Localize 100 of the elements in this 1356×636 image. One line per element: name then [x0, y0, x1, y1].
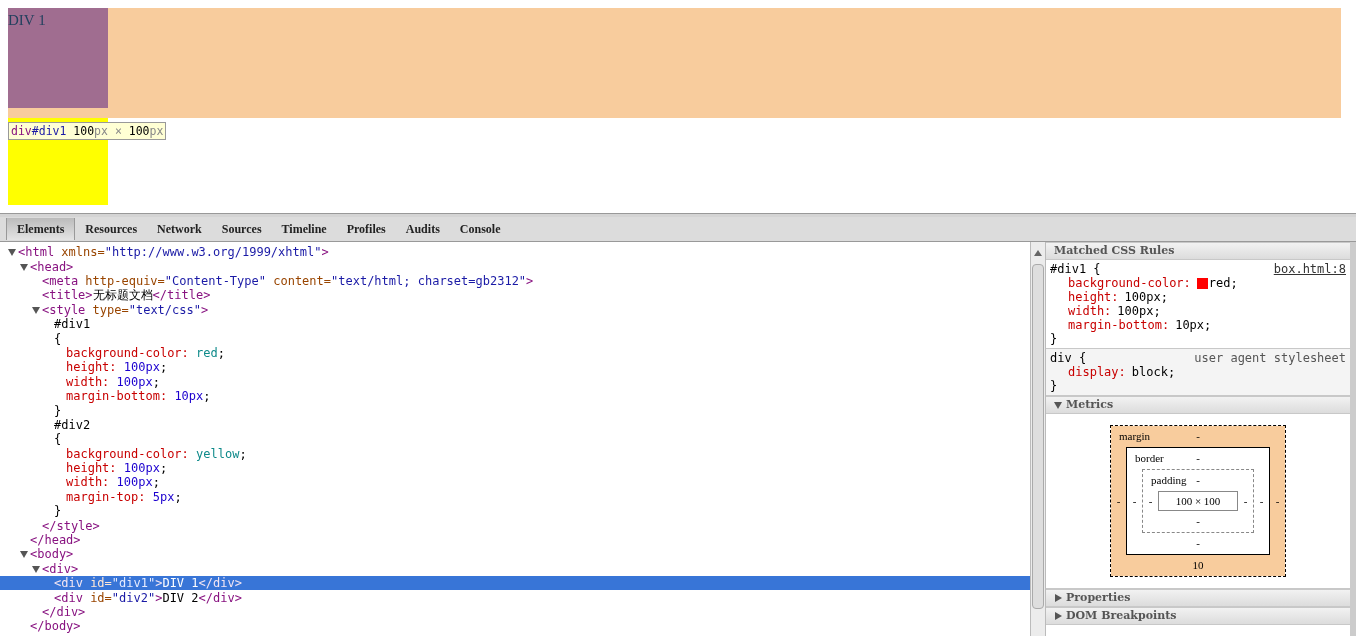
section-header[interactable]: Metrics — [1046, 396, 1350, 414]
dom-tree-row[interactable]: { — [0, 331, 1030, 346]
dom-node-text: background-color: yellow; — [66, 445, 247, 462]
expanded-triangle-icon[interactable] — [1054, 401, 1062, 409]
section-title: DOM Breakpoints — [1066, 607, 1177, 624]
collapsed-triangle-icon[interactable] — [1054, 612, 1062, 620]
dom-node-text: <html xmlns="http://www.w3.org/1999/xhtml"> — [18, 244, 329, 261]
expanded-triangle-icon[interactable] — [20, 550, 28, 559]
property-value: 100px; — [1124, 290, 1168, 304]
dom-node-text: width: 100px; — [66, 475, 160, 491]
scrollbar-thumb[interactable] — [1032, 264, 1044, 609]
expanded-triangle-icon[interactable] — [20, 262, 28, 271]
dom-node-text: } — [54, 503, 62, 520]
dom-tree-row[interactable]: </div> — [0, 604, 1030, 620]
dom-tree-row[interactable]: { — [0, 432, 1030, 447]
dom-tree-row[interactable]: </head> — [0, 532, 1030, 548]
dom-tree-row[interactable]: width: 100px; — [0, 475, 1030, 490]
dom-node-text: <div id="div1">DIV 1</div> — [54, 575, 242, 592]
dom-tree-row[interactable]: <div id="div2">DIV 2</div> — [0, 590, 1030, 605]
box-value: - — [1274, 493, 1281, 509]
box-value: - — [1258, 493, 1265, 509]
dom-tree-row[interactable]: <div id="div1">DIV 1</div> — [0, 576, 1030, 591]
expanded-triangle-icon[interactable] — [32, 564, 40, 573]
dom-node-text: <div> — [42, 561, 79, 577]
dom-node-text: <body> — [30, 546, 74, 563]
section-title: Properties — [1066, 589, 1131, 606]
panel-tab[interactable]: Timeline — [271, 218, 337, 240]
dom-tree-row[interactable]: } — [0, 403, 1030, 418]
dom-tree-row[interactable]: height: 100px; — [0, 460, 1030, 476]
dom-tree-row[interactable]: #div1 — [0, 316, 1030, 332]
scroll-up-icon[interactable] — [1034, 250, 1042, 256]
source-link[interactable]: box.html:8 — [1273, 262, 1346, 276]
content-size: 100 × 100 — [1158, 491, 1238, 511]
property-name: display: — [1068, 365, 1126, 379]
dom-node-text: <meta http-equiv="Content-Type" content="text/html; charset=gb2312"> — [42, 273, 534, 289]
property-value: 10px; — [1175, 318, 1212, 332]
dom-tree-row[interactable]: </body> — [0, 619, 1030, 634]
box-value: - — [1196, 451, 1200, 467]
box-value: - — [1196, 514, 1200, 530]
dom-tree-row[interactable]: background-color: yellow; — [0, 446, 1030, 461]
box-value: - — [1196, 536, 1200, 552]
dom-tree-row[interactable]: background-color: red; — [0, 345, 1030, 361]
property-value: block; — [1131, 365, 1176, 379]
panel-tab[interactable]: Audits — [395, 218, 450, 240]
dom-node-text: </body> — [30, 618, 81, 636]
dom-tree-row[interactable]: <html xmlns="http://www.w3.org/1999/xhtml"> — [0, 245, 1030, 260]
property-name: height: — [1068, 290, 1119, 304]
dom-node-text: { — [54, 431, 62, 449]
dom-node-text: #div2 — [54, 417, 91, 433]
rule-brace: } — [1050, 379, 1059, 393]
dom-tree-row[interactable]: <meta http-equiv="Content-Type" content="text/html; charset=gb2312"> — [0, 273, 1030, 289]
dom-tree-row[interactable]: <div> — [0, 561, 1030, 576]
dom-node-text: <title>无标题文档</title> — [42, 288, 211, 304]
property-value: 100px; — [1117, 304, 1161, 318]
dom-node-text: } — [54, 402, 62, 419]
section-header[interactable]: DOM Breakpoints — [1046, 607, 1350, 625]
box-label: padding — [1151, 473, 1187, 489]
rule-origin: user agent stylesheet — [1194, 351, 1346, 365]
dom-node-text: </head> — [30, 533, 81, 548]
dom-node-text: height: 100px; — [66, 360, 168, 376]
dom-node-text: </style> — [42, 517, 100, 534]
property-name: margin-bottom: — [1068, 318, 1170, 332]
element-tooltip: div#div1 100px × 100px — [8, 122, 167, 140]
section-header[interactable]: Properties — [1046, 589, 1350, 607]
box-label: margin — [1119, 429, 1150, 445]
dom-node-text: #div1 — [54, 317, 91, 333]
dom-tree-row[interactable]: #div2 — [0, 417, 1030, 433]
dom-tree-row[interactable]: width: 100px; — [0, 374, 1030, 389]
panel-tab[interactable]: Elements — [6, 218, 76, 240]
dom-tree-row[interactable]: margin-top: 5px; — [0, 489, 1030, 505]
property-value: red; — [1208, 276, 1238, 290]
dom-node-text: margin-top: 5px; — [66, 489, 182, 506]
rule-selector: #div1 { — [1050, 262, 1101, 276]
panel-tab[interactable]: Resources — [75, 218, 148, 240]
expanded-triangle-icon[interactable] — [32, 305, 40, 314]
dom-tree-row[interactable]: </style> — [0, 518, 1030, 533]
dom-node-text: <style type="text/css"> — [42, 301, 209, 318]
dom-tree-row[interactable]: <style type="text/css"> — [0, 302, 1030, 317]
div-text: DIV 1 — [8, 12, 46, 28]
scrollbar[interactable] — [1030, 242, 1046, 636]
dom-tree-row[interactable]: <title>无标题文档</title> — [0, 288, 1030, 303]
box-value: - — [1196, 429, 1200, 445]
dom-node-text: height: 100px; — [66, 461, 168, 476]
panel-tab[interactable]: Profiles — [336, 218, 396, 240]
section-header[interactable]: Matched CSS Rules — [1046, 242, 1350, 260]
panel-tab[interactable]: Sources — [211, 218, 272, 240]
dom-tree-row[interactable]: <body> — [0, 547, 1030, 562]
collapsed-triangle-icon[interactable] — [1054, 594, 1062, 602]
expanded-triangle-icon[interactable] — [8, 248, 16, 257]
panel-tab[interactable]: Network — [147, 218, 212, 240]
box-value: 10 — [1192, 558, 1204, 574]
rule-brace: } — [1050, 332, 1059, 346]
color-swatch[interactable] — [1196, 277, 1208, 289]
dom-tree-row[interactable]: } — [0, 504, 1030, 519]
dom-tree-row[interactable]: <head> — [0, 259, 1030, 274]
section-title: Metrics — [1066, 396, 1114, 413]
dom-tree-row[interactable]: margin-bottom: 10px; — [0, 388, 1030, 404]
dom-node-text: </div> — [42, 603, 86, 620]
panel-tab[interactable]: Console — [449, 218, 511, 240]
dom-tree-row[interactable]: height: 100px; — [0, 360, 1030, 375]
